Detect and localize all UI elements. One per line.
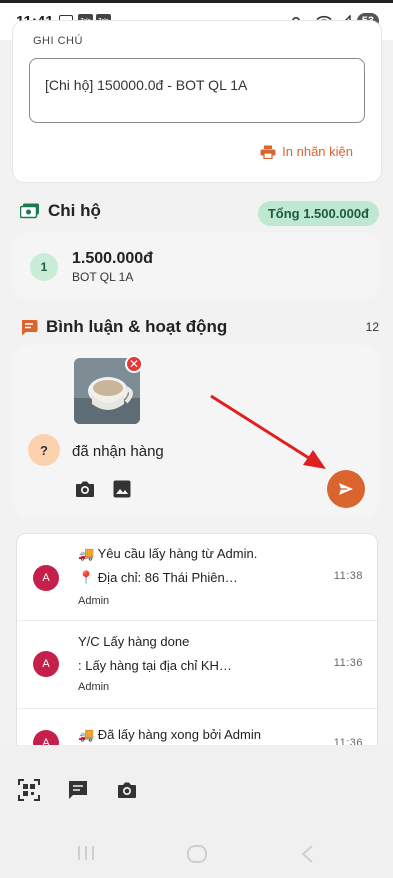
send-icon xyxy=(339,483,353,495)
avatar: A xyxy=(33,565,59,591)
comment-icon xyxy=(21,319,38,335)
comment-composer: ✕ ? đã nhận hàng xyxy=(12,345,380,517)
comment-input[interactable]: đã nhận hàng xyxy=(72,443,164,460)
send-button[interactable] xyxy=(327,470,365,508)
bottom-toolbar xyxy=(0,745,393,878)
activity-detail: : Lấy hàng tại địa chỉ KH… xyxy=(78,658,232,673)
image-icon[interactable] xyxy=(111,478,133,500)
comments-title: Bình luận & hoạt động xyxy=(46,317,228,336)
comments-count: 12 xyxy=(365,320,379,334)
activity-title: Y/C Lấy hàng done xyxy=(78,634,190,649)
remove-attachment-button[interactable]: ✕ xyxy=(125,355,143,373)
activity-detail: 📍 Địa chỉ: 86 Thái Phiên… xyxy=(78,570,238,585)
print-label-text: In nhãn kiện xyxy=(282,144,353,159)
recent-apps-icon[interactable] xyxy=(76,845,96,861)
avatar: ? xyxy=(28,434,60,466)
activity-item[interactable]: A 🚚 Yêu cầu lấy hàng từ Admin. 📍 Địa chỉ… xyxy=(17,534,377,621)
camera-icon[interactable] xyxy=(74,478,96,500)
activity-time: 11:36 xyxy=(333,657,363,669)
activity-title: 🚚 Đã lấy hàng xong bởi Admin xyxy=(78,727,261,742)
note-card: GHI CHÚ [Chi hộ] 150000.0đ - BOT QL 1A I… xyxy=(12,20,382,183)
activity-list: A 🚚 Yêu cầu lấy hàng từ Admin. 📍 Địa chỉ… xyxy=(16,533,378,773)
cod-item-index: 1 xyxy=(30,253,58,281)
activity-title: 🚚 Yêu cầu lấy hàng từ Admin. xyxy=(78,546,258,561)
qr-scan-icon[interactable] xyxy=(18,779,40,801)
home-icon[interactable] xyxy=(186,845,208,863)
cash-icon xyxy=(20,203,39,219)
printer-icon xyxy=(260,145,276,159)
cod-item[interactable]: 1 1.500.000đ BOT QL 1A xyxy=(12,233,380,299)
avatar: A xyxy=(33,651,59,677)
note-label: GHI CHÚ xyxy=(33,35,83,47)
activity-author: Admin xyxy=(78,681,110,693)
comments-section-header: Bình luận & hoạt động xyxy=(20,317,227,337)
print-label-button[interactable]: In nhãn kiện xyxy=(260,144,353,159)
cod-title: Chi hộ xyxy=(48,201,101,220)
cod-section-header: Chi hộ xyxy=(20,201,101,221)
cod-item-amount: 1.500.000đ xyxy=(72,250,153,267)
back-icon[interactable] xyxy=(300,845,316,863)
camera-icon[interactable] xyxy=(116,779,138,801)
chat-icon[interactable] xyxy=(67,779,89,801)
activity-item[interactable]: A Y/C Lấy hàng done : Lấy hàng tại địa c… xyxy=(17,621,377,709)
activity-time: 11:38 xyxy=(333,570,363,582)
cod-item-name: BOT QL 1A xyxy=(72,270,134,284)
cod-total-badge: Tổng 1.500.000đ xyxy=(257,201,379,226)
activity-author: Admin xyxy=(78,595,110,607)
note-field[interactable]: [Chi hộ] 150000.0đ - BOT QL 1A xyxy=(29,58,365,123)
